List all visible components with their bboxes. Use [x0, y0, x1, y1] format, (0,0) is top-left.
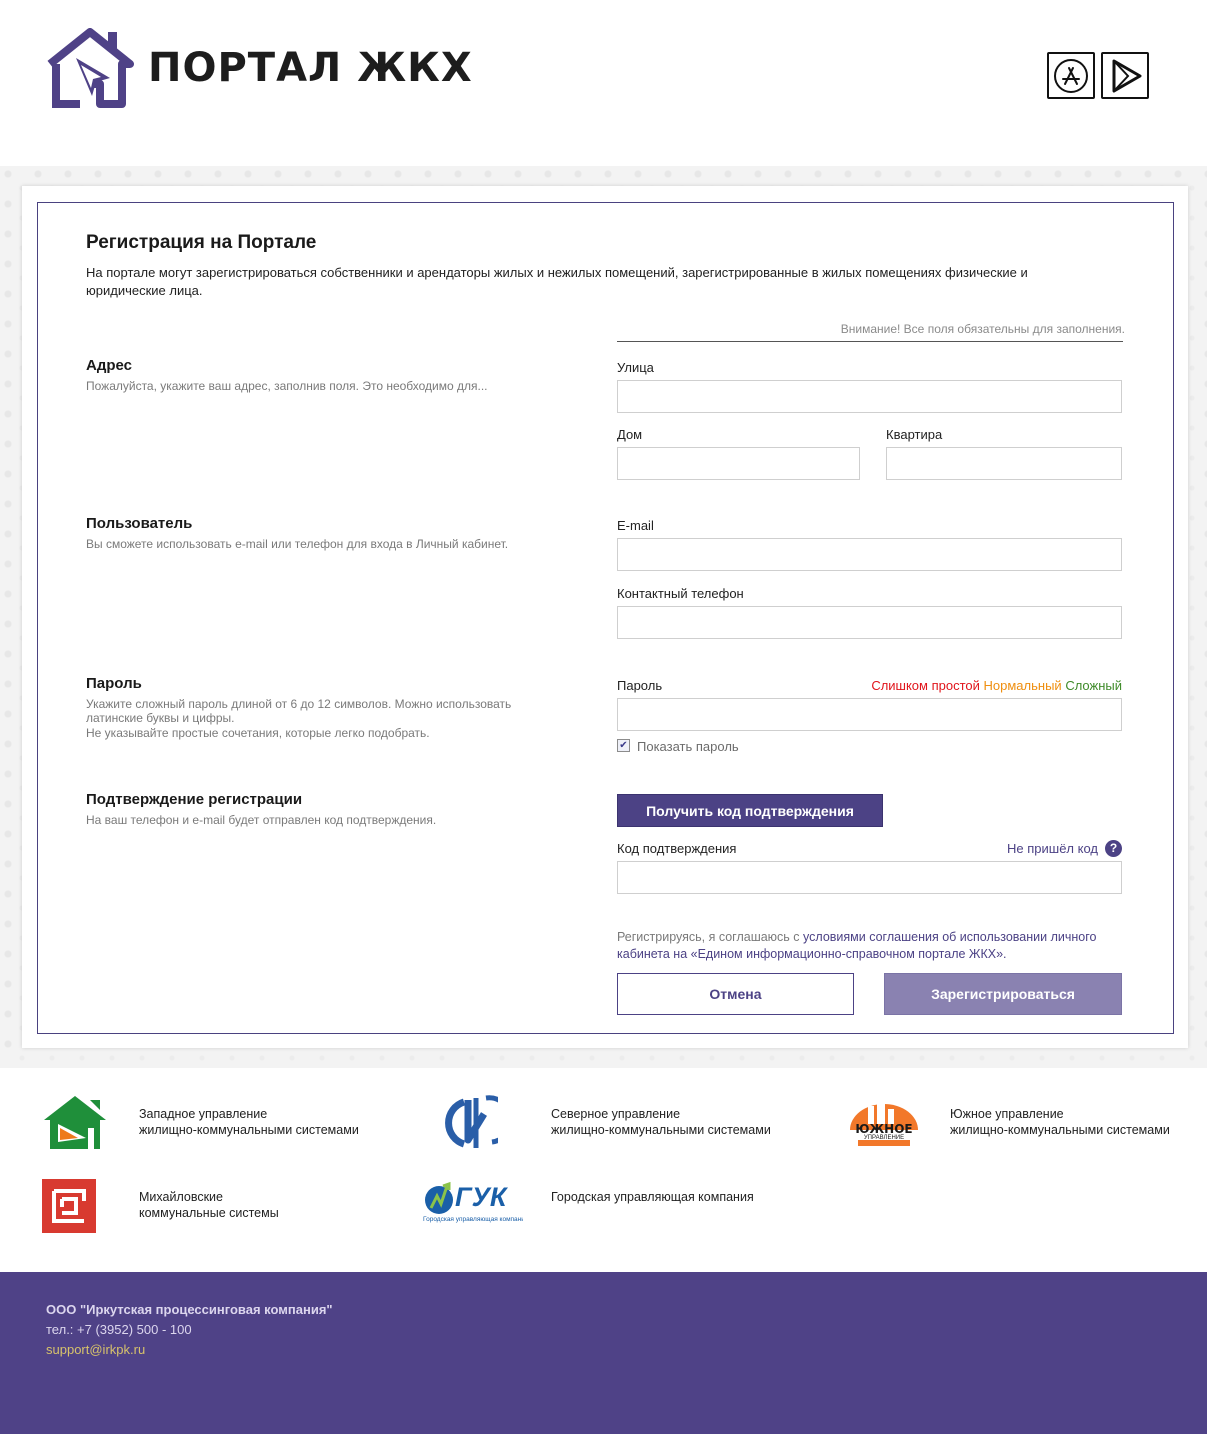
partner-name: Северное управление жилищно-коммунальным… [551, 1106, 771, 1138]
partner-line: жилищно-коммунальными системами [551, 1123, 771, 1137]
password-strength: Слишком простой Нормальный Сложный [800, 678, 1122, 693]
show-password-label[interactable]: Показать пароль [637, 739, 739, 754]
no-code-link[interactable]: Не пришёл код [1007, 841, 1098, 856]
show-password-checkbox[interactable]: ✔ [617, 739, 630, 752]
required-notice: Внимание! Все поля обязательны для запол… [840, 322, 1125, 336]
footer-phone[interactable]: тел.: +7 (3952) 500 - 100 [46, 1322, 192, 1337]
south-logo-subtext: УПРАВЛЕНИЕ [863, 1135, 905, 1141]
google-play-icon [1112, 59, 1142, 92]
guk-logo[interactable]: ГУК Городская управляющая компания [423, 1180, 523, 1226]
page-title: Регистрация на Портале [86, 232, 317, 253]
password-section-title: Пароль [86, 675, 142, 692]
password-input[interactable] [617, 698, 1122, 731]
site-header: ПОРТАЛ ЖКХ [0, 0, 1207, 166]
strength-normal: Нормальный [983, 678, 1062, 693]
code-input[interactable] [617, 861, 1122, 894]
south-management-logo[interactable]: ЮЖНОЕ УПРАВЛЕНИЕ [848, 1100, 920, 1148]
user-section-description: Вы сможете использовать e-mail или телеф… [86, 537, 509, 551]
partner-name: Городская управляющая компания [551, 1189, 754, 1205]
partner-line: коммунальные системы [139, 1206, 279, 1220]
phone-input[interactable] [617, 606, 1122, 639]
get-code-button[interactable]: Получить код подтверждения [617, 794, 883, 827]
guk-logo-graphic [425, 1181, 453, 1214]
strength-strong: Сложный [1065, 678, 1122, 693]
partner-line: Михайловские [139, 1190, 223, 1204]
address-section-title: Адрес [86, 357, 133, 374]
agreement-text: Регистрируясь, я соглашаюсь с условиями … [617, 929, 1122, 963]
agreement-prefix: Регистрируясь, я соглашаюсь с [617, 930, 804, 944]
email-input[interactable] [617, 538, 1122, 571]
house-input[interactable] [617, 447, 860, 480]
footer-company: ООО "Иркутская процессинговая компания" [46, 1302, 333, 1317]
cancel-button[interactable]: Отмена [617, 973, 854, 1015]
west-management-logo[interactable] [42, 1094, 108, 1150]
mikhailovskie-logo[interactable] [42, 1179, 96, 1233]
site-footer [0, 1272, 1207, 1434]
street-label: Улица [617, 360, 654, 375]
house-label: Дом [617, 427, 643, 442]
google-play-button[interactable] [1101, 52, 1149, 99]
south-logo-text: ЮЖНОЕ [855, 1122, 913, 1136]
password-section-description: Укажите сложный пароль длиной от 6 до 12… [86, 697, 512, 725]
agreement-suffix: . [1003, 947, 1007, 961]
partner-line: Южное управление [950, 1107, 1064, 1121]
house-logo-icon [47, 28, 134, 108]
north-management-logo[interactable] [442, 1094, 498, 1152]
check-icon: ✔ [619, 740, 628, 751]
partner-line: жилищно-коммунальными системами [139, 1123, 359, 1137]
code-label: Код подтверждения [617, 841, 737, 856]
strength-weak: Слишком простой [871, 678, 980, 693]
app-store-icon [1054, 58, 1088, 93]
guk-logo-text: ГУК [455, 1182, 507, 1212]
apartment-input[interactable] [886, 447, 1122, 480]
confirm-section-description: На ваш телефон и e-mail будет отправлен … [86, 813, 437, 827]
app-store-button[interactable] [1047, 52, 1095, 99]
register-button[interactable]: Зарегистрироваться [884, 973, 1122, 1015]
password-label: Пароль [617, 678, 663, 693]
divider [617, 341, 1123, 342]
guk-logo-subtext: Городская управляющая компания [423, 1216, 523, 1223]
partner-line: Западное управление [139, 1107, 268, 1121]
partner-line: Городская управляющая компания [551, 1190, 754, 1204]
logo-text: ПОРТАЛ ЖКХ [148, 45, 473, 91]
email-label: E-mail [617, 518, 654, 533]
portal-logo[interactable]: ПОРТАЛ ЖКХ [46, 28, 473, 108]
help-icon[interactable]: ? [1105, 840, 1122, 857]
apartment-label: Квартира [886, 427, 943, 442]
user-section-title: Пользователь [86, 515, 193, 532]
partner-line: Северное управление [551, 1107, 681, 1121]
partner-name: Михайловские коммунальные системы [139, 1189, 279, 1221]
intro-text: На портале могут зарегистрироваться собс… [86, 265, 1028, 298]
password-section-hint: Не указывайте простые сочетания, которые… [86, 726, 430, 740]
partner-name: Южное управление жилищно-коммунальными с… [950, 1106, 1170, 1138]
street-input[interactable] [617, 380, 1122, 413]
partner-name: Западное управление жилищно-коммунальным… [139, 1106, 359, 1138]
phone-label: Контактный телефон [617, 586, 744, 601]
footer-email[interactable]: support@irkpk.ru [46, 1342, 145, 1357]
address-section-description: Пожалуйста, укажите ваш адрес, заполнив … [86, 379, 488, 393]
confirm-section-title: Подтверждение регистрации [86, 791, 303, 808]
partner-line: жилищно-коммунальными системами [950, 1123, 1170, 1137]
